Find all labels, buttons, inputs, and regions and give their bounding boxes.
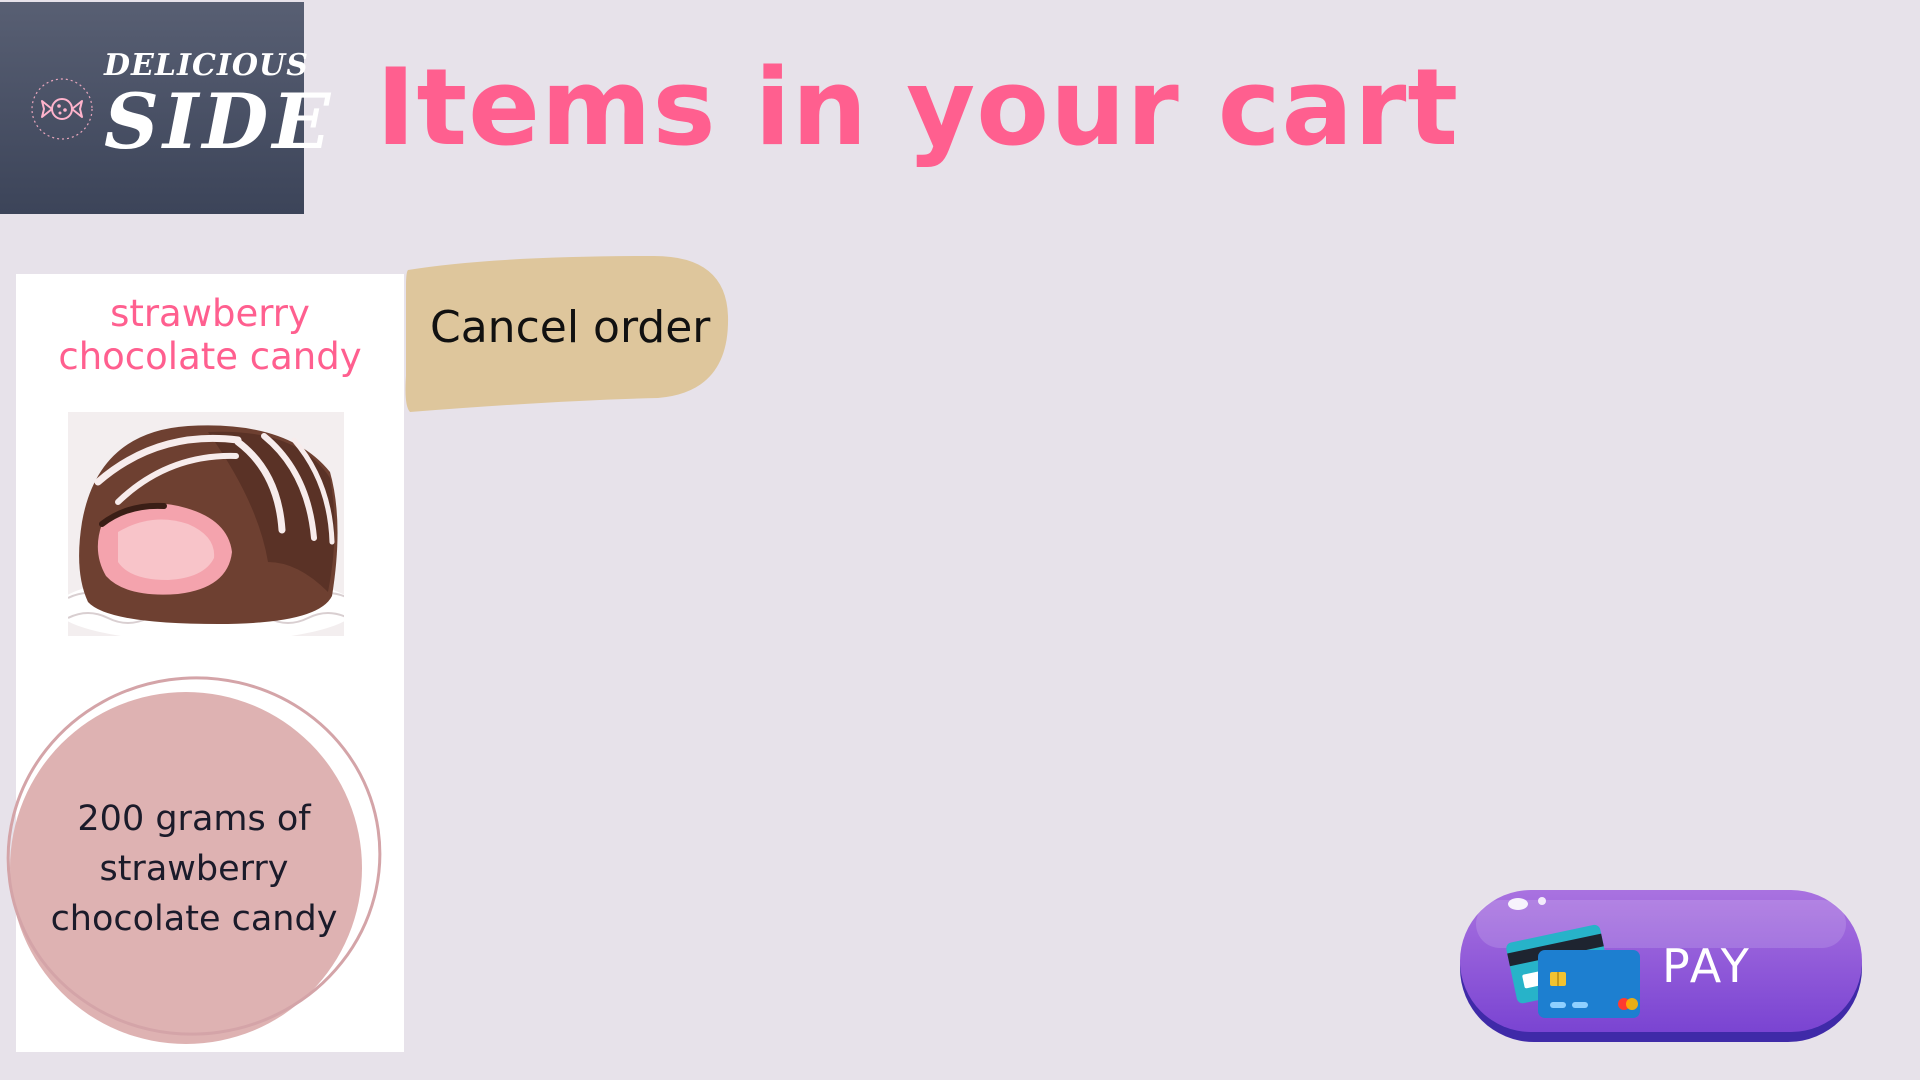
- product-description: 200 grams of strawberry chocolate candy: [24, 794, 364, 944]
- brand-logo[interactable]: DELICIOUS SIDE: [0, 2, 330, 214]
- pay-label: PAY: [1662, 939, 1752, 993]
- candy-icon: [31, 78, 93, 140]
- cart-item-card: strawberry chocolate candy 200 grams of …: [6, 274, 404, 1052]
- description-line-2: strawberry: [99, 849, 289, 889]
- description-line-1: 200 grams of: [77, 799, 311, 839]
- product-image: [68, 412, 344, 636]
- product-name: strawberry chocolate candy: [16, 292, 404, 378]
- description-line-3: chocolate candy: [50, 899, 338, 939]
- credit-card-icon: [1506, 924, 1640, 1018]
- product-name-line-2: chocolate candy: [58, 335, 362, 378]
- cancel-order-button[interactable]: Cancel order: [404, 256, 730, 412]
- logo-wordmark-main: SIDE: [104, 77, 335, 166]
- cancel-order-label: Cancel order: [430, 302, 711, 353]
- pay-button[interactable]: PAY: [1460, 890, 1862, 1042]
- product-name-line-1: strawberry: [110, 292, 310, 335]
- page-title: Items in your cart: [376, 46, 1460, 169]
